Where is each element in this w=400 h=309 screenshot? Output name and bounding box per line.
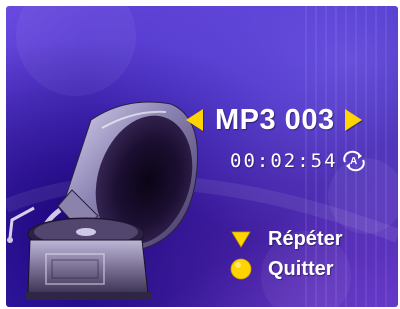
time-row: 00:02:54 A [230,146,398,176]
circle-icon [230,258,252,280]
repeat-mode-badge: A [350,156,357,167]
menu-item-quit[interactable]: Quitter [230,254,398,284]
menu-item-repeat[interactable]: Répéter [230,224,398,254]
repeat-icon: A [342,150,365,172]
menu-item-label: Quitter [268,257,334,280]
track-title-row: MP3 003 [186,102,396,138]
player-window: MP3 003 00:02:54 A Répéter Quitter [0,0,400,309]
player-menu: Répéter Quitter [230,224,398,284]
triangle-down-icon [231,231,251,248]
triangle-right-icon[interactable] [344,109,362,131]
gramophone-icon [7,101,199,300]
elapsed-time: 00:02:54 [230,150,338,172]
player-screen: MP3 003 00:02:54 A Répéter Quitter [6,6,398,307]
triangle-left-icon[interactable] [186,109,203,131]
menu-item-label: Répéter [268,227,343,250]
track-title: MP3 003 [215,103,335,136]
